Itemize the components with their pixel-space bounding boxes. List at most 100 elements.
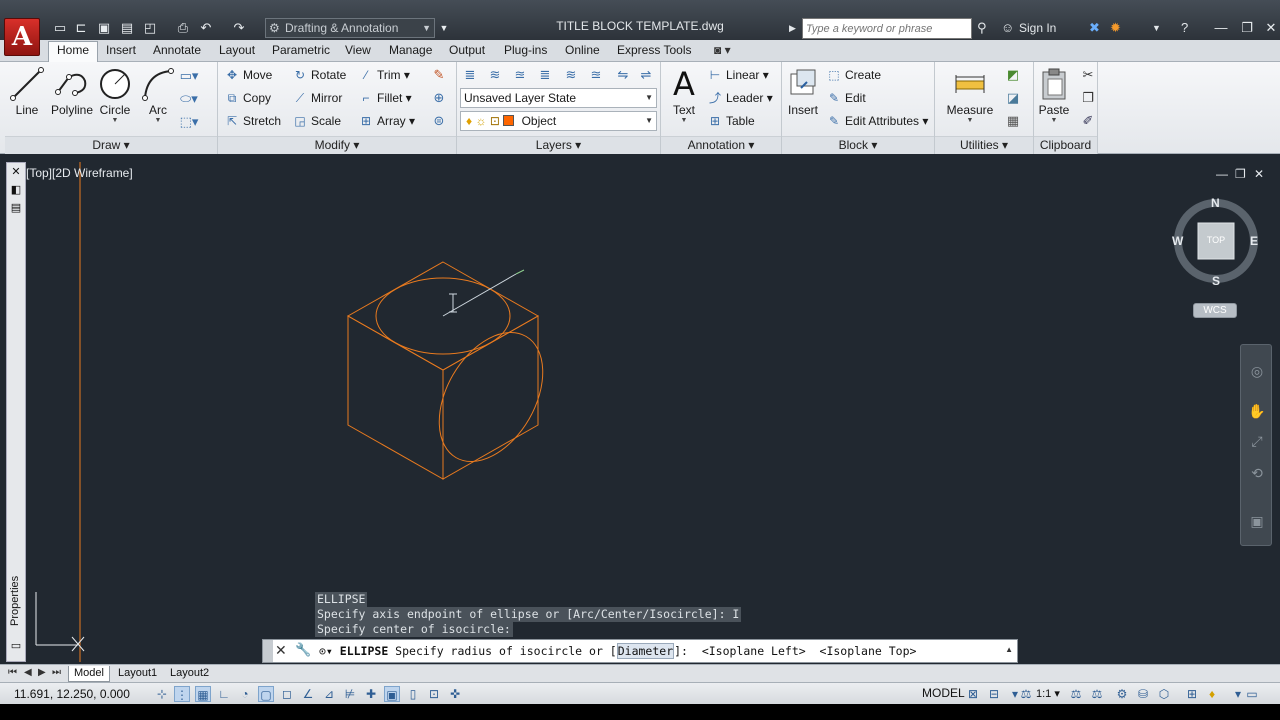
compass-west[interactable]: W: [1172, 234, 1183, 248]
object-snap-tracking-icon[interactable]: ∠: [300, 686, 316, 702]
array-button[interactable]: ⊞ Array ▾: [358, 111, 415, 131]
cube-right-face[interactable]: [442, 315, 539, 480]
search-expand-icon[interactable]: ▶: [789, 23, 796, 34]
help-icon[interactable]: ?: [1181, 20, 1188, 35]
rectangle-icon[interactable]: ▭▾: [179, 66, 199, 86]
compass-east[interactable]: E: [1250, 234, 1258, 248]
exchange-icon[interactable]: ✖: [1089, 20, 1100, 36]
table-button[interactable]: ⊞ Table: [707, 111, 755, 131]
hatch-icon[interactable]: ⬭▾: [179, 89, 199, 109]
minimize-icon[interactable]: —: [1208, 18, 1234, 38]
layer-off-icon[interactable]: ≊: [586, 65, 606, 85]
polyline-button[interactable]: Polyline: [45, 64, 99, 117]
modify-panel-label[interactable]: Modify ▾: [218, 136, 456, 154]
help-menu-icon[interactable]: ▼: [1152, 23, 1161, 33]
isolate-objects-icon[interactable]: ⊞: [1184, 686, 1200, 702]
user-icon[interactable]: ☺: [1001, 20, 1014, 35]
command-prompt[interactable]: ⊙▾ ELLIPSE Specify radius of isocircle o…: [319, 643, 916, 659]
orbit-icon[interactable]: ⟲: [1247, 463, 1267, 483]
command-close-icon[interactable]: ✕: [275, 642, 287, 659]
command-line-grip[interactable]: [263, 640, 273, 662]
quick-view-layouts-icon[interactable]: ⊠: [965, 686, 981, 702]
next-layout-icon[interactable]: ▶: [38, 667, 46, 678]
plot-preview-icon[interactable]: ◰: [142, 20, 158, 36]
grid-display-icon[interactable]: ▦: [195, 686, 211, 702]
new-file-icon[interactable]: ▭: [52, 20, 68, 36]
drawing-viewport[interactable]: [26, 162, 1272, 662]
binoculars-icon[interactable]: ⚲: [977, 20, 987, 36]
erase-icon[interactable]: ✎: [429, 65, 449, 85]
layer-previous-icon[interactable]: ≊: [510, 65, 530, 85]
move-button[interactable]: ✥ Move: [224, 65, 272, 85]
pan-hand-icon[interactable]: ✋: [1247, 401, 1267, 421]
annotation-visibility-icon[interactable]: ⚖: [1068, 686, 1084, 702]
text-button[interactable]: A Text ▼: [667, 64, 701, 125]
compass-south[interactable]: S: [1212, 274, 1220, 288]
boundary-icon[interactable]: ⬚▾: [179, 112, 199, 132]
annotation-scale[interactable]: 1:1 ▾: [1036, 687, 1060, 700]
polar-tracking-icon[interactable]: ◔: [237, 686, 253, 702]
copy-clip-icon[interactable]: ❐: [1078, 88, 1098, 108]
quick-properties-icon[interactable]: ⊡: [426, 686, 442, 702]
compass-north[interactable]: N: [1211, 196, 1220, 210]
undo-icon[interactable]: ↶: [198, 20, 214, 36]
line-button[interactable]: Line: [9, 64, 45, 117]
ribbon-minimize-icon[interactable]: ◙ ▾: [714, 43, 731, 57]
tab-insert[interactable]: Insert: [106, 43, 136, 57]
infer-constraints-icon[interactable]: ⊹: [154, 686, 170, 702]
viewport-restore-icon[interactable]: ❐: [1235, 167, 1246, 181]
tab-model[interactable]: Model: [68, 666, 110, 682]
tab-home[interactable]: Home: [48, 41, 99, 62]
model-space-button[interactable]: MODEL: [922, 686, 965, 700]
selection-cycling-icon[interactable]: ✜: [447, 686, 463, 702]
search-input[interactable]: [802, 18, 972, 39]
lightbulb-icon[interactable]: ♦: [1204, 686, 1220, 702]
first-layout-icon[interactable]: ⏮: [8, 667, 17, 678]
layer-isolate-icon[interactable]: ≣: [535, 65, 555, 85]
copy-button[interactable]: ⧉ Copy: [224, 88, 271, 108]
layers-panel-label[interactable]: Layers ▾: [457, 136, 660, 154]
close-icon[interactable]: ✕: [1258, 18, 1280, 38]
trim-button[interactable]: ⁄ Trim ▾: [358, 65, 410, 85]
layer-match-icon[interactable]: ≋: [485, 65, 505, 85]
save-icon[interactable]: ▣: [96, 20, 112, 36]
auto-scale-icon[interactable]: ⚖: [1089, 686, 1105, 702]
dynamic-input-icon[interactable]: ✚: [363, 686, 379, 702]
last-layout-icon[interactable]: ⏭: [52, 667, 61, 678]
annotation-panel-label[interactable]: Annotation ▾: [661, 136, 781, 154]
snap-mode-icon[interactable]: ⋮: [174, 686, 190, 702]
calculator-icon[interactable]: ▦: [1003, 111, 1023, 131]
app-store-icon[interactable]: ✹: [1110, 20, 1121, 36]
draw-panel-label[interactable]: Draw ▾: [5, 136, 217, 154]
tab-manage[interactable]: Manage: [389, 43, 432, 57]
circle-button[interactable]: Circle ▼: [97, 64, 133, 125]
block-panel-label[interactable]: Block ▾: [782, 136, 934, 154]
tab-online[interactable]: Online: [565, 43, 600, 57]
tab-layout2[interactable]: Layout2: [165, 666, 214, 682]
hardware-acceleration-icon[interactable]: ⬡: [1156, 686, 1172, 702]
clean-screen-icon[interactable]: ▭: [1244, 686, 1260, 702]
leader-button[interactable]: ⤴ Leader ▾: [707, 88, 773, 108]
edit-attributes-button[interactable]: ✎ Edit Attributes ▾: [826, 111, 928, 131]
save-as-icon[interactable]: ▤: [119, 20, 135, 36]
lock-ui-icon[interactable]: ⛁: [1135, 686, 1151, 702]
coordinate-readout[interactable]: 11.691, 12.250, 0.000: [14, 687, 130, 701]
explode-icon[interactable]: ⊕: [429, 88, 449, 108]
annotation-scale-icon[interactable]: ⚖: [1018, 686, 1034, 702]
arc-button[interactable]: Arc ▼: [141, 64, 175, 125]
redo-icon[interactable]: ↷: [231, 20, 247, 36]
tab-express-tools[interactable]: Express Tools: [617, 43, 691, 57]
tab-annotate[interactable]: Annotate: [153, 43, 201, 57]
viewport-controls-label[interactable]: [Top][2D Wireframe]: [26, 166, 133, 180]
tab-layout[interactable]: Layout: [219, 43, 255, 57]
layer-state-select[interactable]: Unsaved Layer State ▼: [460, 88, 657, 108]
workspace-select[interactable]: ⚙ Drafting & Annotation ▼: [265, 18, 435, 38]
object-snap-icon[interactable]: ▢: [258, 686, 274, 702]
layer-freeze-icon[interactable]: ≋: [561, 65, 581, 85]
rotate-button[interactable]: ↻ Rotate: [292, 65, 346, 85]
insert-button[interactable]: Insert: [786, 64, 820, 117]
paste-button[interactable]: Paste ▼: [1036, 64, 1072, 125]
tab-view[interactable]: View: [345, 43, 371, 57]
customize-wrench-icon[interactable]: 🔧: [295, 642, 311, 658]
linear-button[interactable]: ⊢ Linear ▾: [707, 65, 769, 85]
